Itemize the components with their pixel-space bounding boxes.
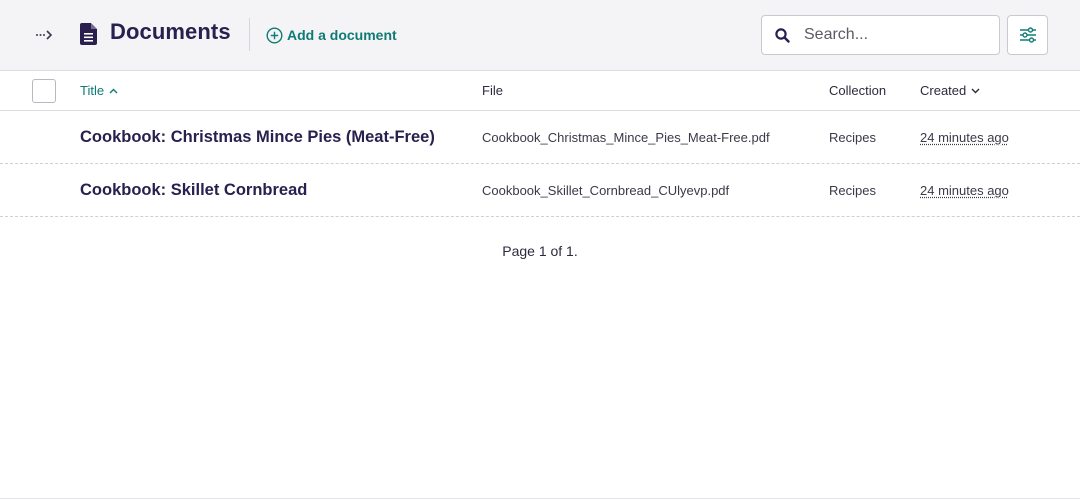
table-row: Cookbook: Skillet Cornbread Cookbook_Ski… bbox=[0, 164, 1080, 217]
add-document-label: Add a document bbox=[287, 27, 397, 43]
table-header: Title File Collection Created bbox=[0, 71, 1080, 111]
column-header-created[interactable]: Created bbox=[920, 83, 980, 98]
column-title-label: Title bbox=[80, 83, 105, 98]
document-file-name: Cookbook_Skillet_Cornbread_CUlyevp.pdf bbox=[482, 182, 730, 198]
document-collection: Recipes bbox=[829, 182, 876, 198]
page-title: Documents bbox=[110, 19, 231, 44]
column-collection-label: Collection bbox=[829, 83, 887, 98]
sliders-icon bbox=[1019, 27, 1036, 43]
filter-button[interactable] bbox=[1007, 15, 1048, 55]
sidebar-toggle-button[interactable] bbox=[30, 22, 58, 48]
sidebar-toggle-icon bbox=[36, 30, 53, 40]
pagination-status: Page 1 of 1. bbox=[502, 243, 578, 259]
search-icon bbox=[762, 16, 802, 54]
select-all-checkbox[interactable] bbox=[32, 79, 56, 103]
document-created: 24 minutes ago bbox=[920, 182, 1009, 198]
chevron-up-icon bbox=[109, 88, 118, 93]
table-row: Cookbook: Christmas Mince Pies (Meat-Fre… bbox=[0, 111, 1080, 164]
document-created: 24 minutes ago bbox=[920, 129, 1009, 145]
page-header: Documents Add a document bbox=[0, 0, 1080, 71]
document-icon bbox=[80, 23, 97, 45]
plus-circle-icon bbox=[266, 26, 283, 44]
chevron-down-icon bbox=[971, 88, 980, 93]
document-title-link[interactable]: Cookbook: Skillet Cornbread bbox=[80, 164, 307, 216]
column-header-title[interactable]: Title bbox=[80, 83, 118, 98]
document-collection: Recipes bbox=[829, 129, 876, 145]
footer-divider bbox=[0, 498, 1080, 499]
search-input[interactable] bbox=[802, 26, 987, 44]
column-file-label: File bbox=[482, 83, 503, 98]
column-created-label: Created bbox=[920, 83, 967, 98]
document-file-name: Cookbook_Christmas_Mince_Pies_Meat-Free.… bbox=[482, 129, 770, 145]
search-box bbox=[761, 15, 1000, 55]
column-header-file: File bbox=[482, 83, 503, 98]
header-divider bbox=[249, 18, 250, 51]
add-document-button[interactable]: Add a document bbox=[266, 25, 397, 45]
column-header-collection: Collection bbox=[829, 83, 886, 98]
document-title-link[interactable]: Cookbook: Christmas Mince Pies (Meat-Fre… bbox=[80, 111, 435, 163]
